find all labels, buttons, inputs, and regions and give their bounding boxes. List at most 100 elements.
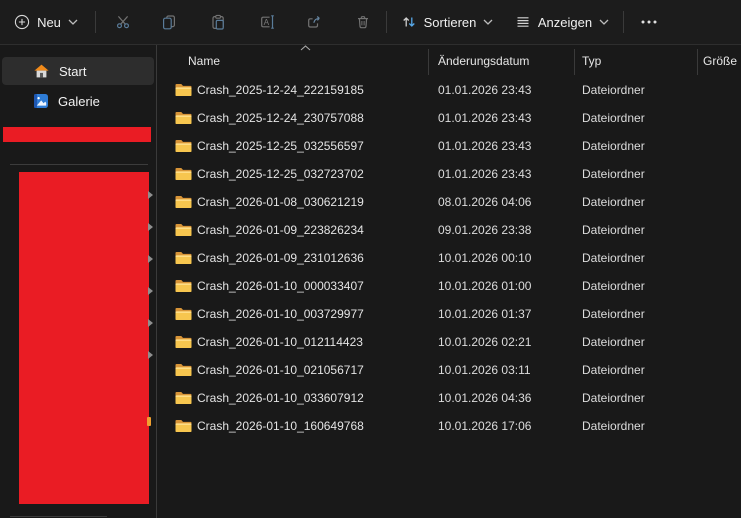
file-modified-date: 10.01.2026 03:11	[438, 363, 531, 377]
file-modified-date: 10.01.2026 04:36	[438, 391, 531, 405]
view-lines-icon	[515, 14, 531, 30]
file-row[interactable]: Crash_2026-01-09_223826234 09.01.2026 23…	[158, 216, 741, 244]
more-options-button[interactable]	[631, 6, 667, 38]
sidebar-divider	[10, 516, 107, 517]
file-type: Dateiordner	[582, 307, 645, 321]
copy-button[interactable]	[150, 6, 188, 38]
svg-text:A: A	[263, 18, 269, 27]
file-type: Dateiordner	[582, 419, 645, 433]
folder-icon	[175, 251, 192, 265]
sort-arrows-icon	[401, 14, 417, 30]
home-icon	[33, 63, 50, 79]
new-button-label: Neu	[37, 15, 61, 30]
file-row[interactable]: Crash_2025-12-24_230757088 01.01.2026 23…	[158, 104, 741, 132]
sidebar-item-label: Galerie	[58, 94, 100, 109]
rename-icon: A	[259, 14, 276, 30]
column-divider[interactable]	[574, 49, 575, 75]
file-row[interactable]: Crash_2026-01-10_003729977 10.01.2026 01…	[158, 300, 741, 328]
folder-icon	[175, 139, 192, 153]
chevron-right-icon[interactable]	[148, 351, 153, 359]
sort-button-label: Sortieren	[424, 15, 477, 30]
paste-icon	[210, 14, 226, 30]
file-name: Crash_2026-01-10_160649768	[197, 419, 364, 433]
column-divider[interactable]	[428, 49, 429, 75]
chevron-right-icon[interactable]	[148, 287, 153, 295]
delete-button[interactable]	[344, 6, 382, 38]
column-divider[interactable]	[697, 49, 698, 75]
file-row[interactable]: Crash_2025-12-24_222159185 01.01.2026 23…	[158, 76, 741, 104]
chevron-right-icon[interactable]	[148, 191, 153, 199]
redaction-overlay	[19, 172, 149, 504]
file-name: Crash_2026-01-10_000033407	[197, 279, 364, 293]
column-header-row: Name Änderungsdatum Typ Größe	[158, 48, 741, 74]
file-modified-date: 01.01.2026 23:43	[438, 167, 531, 181]
file-row[interactable]: Crash_2026-01-10_000033407 10.01.2026 01…	[158, 272, 741, 300]
file-row[interactable]: Crash_2025-12-25_032723702 01.01.2026 23…	[158, 160, 741, 188]
folder-icon	[175, 83, 192, 97]
file-row[interactable]: Crash_2025-12-25_032556597 01.01.2026 23…	[158, 132, 741, 160]
paste-button[interactable]	[199, 6, 237, 38]
command-bar: Neu A	[0, 0, 741, 45]
folder-icon	[175, 111, 192, 125]
file-name: Crash_2026-01-10_012114423	[197, 335, 363, 349]
new-button[interactable]: Neu	[8, 6, 84, 38]
chevron-right-icon[interactable]	[148, 255, 153, 263]
cut-button[interactable]	[104, 6, 142, 38]
file-name: Crash_2026-01-09_223826234	[197, 223, 364, 237]
column-header-name[interactable]: Name	[188, 54, 220, 68]
file-name: Crash_2025-12-24_222159185	[197, 83, 364, 97]
file-modified-date: 01.01.2026 23:43	[438, 83, 531, 97]
file-row[interactable]: Crash_2026-01-10_021056717 10.01.2026 03…	[158, 356, 741, 384]
chevron-right-icon[interactable]	[148, 319, 153, 327]
sidebar-divider	[10, 164, 148, 165]
file-row[interactable]: Crash_2026-01-10_160649768 10.01.2026 17…	[158, 412, 741, 440]
trash-icon	[355, 14, 371, 30]
sort-button[interactable]: Sortieren	[396, 6, 498, 38]
file-name: Crash_2025-12-24_230757088	[197, 111, 364, 125]
ellipsis-icon	[640, 20, 658, 24]
file-row[interactable]: Crash_2026-01-10_033607912 10.01.2026 04…	[158, 384, 741, 412]
file-name: Crash_2026-01-10_021056717	[197, 363, 364, 377]
file-name: Crash_2025-12-25_032723702	[197, 167, 364, 181]
file-type: Dateiordner	[582, 391, 645, 405]
sidebar-item-galerie[interactable]: Galerie	[2, 88, 154, 114]
toolbar-separator	[95, 11, 96, 33]
folder-icon	[175, 279, 192, 293]
chevron-down-icon	[599, 19, 609, 25]
file-list-pane: Name Änderungsdatum Typ Größe Crash_2025…	[158, 45, 741, 518]
folder-icon	[175, 363, 192, 377]
file-type: Dateiordner	[582, 111, 645, 125]
file-explorer-window: Neu A	[0, 0, 741, 518]
file-type: Dateiordner	[582, 83, 645, 97]
chevron-right-icon[interactable]	[148, 223, 153, 231]
column-header-modified[interactable]: Änderungsdatum	[438, 54, 529, 68]
share-icon	[306, 14, 322, 30]
column-header-type[interactable]: Typ	[582, 54, 601, 68]
file-type: Dateiordner	[582, 139, 645, 153]
navigation-pane: Start Galerie	[0, 45, 157, 518]
file-modified-date: 10.01.2026 02:21	[438, 335, 531, 349]
folder-icon	[175, 307, 192, 321]
file-modified-date: 10.01.2026 00:10	[438, 251, 531, 265]
file-name: Crash_2026-01-08_030621219	[197, 195, 364, 209]
file-row[interactable]: Crash_2026-01-09_231012636 10.01.2026 00…	[158, 244, 741, 272]
column-header-size[interactable]: Größe	[703, 54, 737, 68]
file-row[interactable]: Crash_2026-01-08_030621219 08.01.2026 04…	[158, 188, 741, 216]
sidebar-item-label: Start	[59, 64, 86, 79]
rename-button[interactable]: A	[248, 6, 286, 38]
folder-icon	[175, 419, 192, 433]
folder-icon	[175, 167, 192, 181]
folder-icon	[175, 195, 192, 209]
file-type: Dateiordner	[582, 167, 645, 181]
share-button[interactable]	[295, 6, 333, 38]
file-type: Dateiordner	[582, 195, 645, 209]
sidebar-item-start[interactable]: Start	[2, 57, 154, 85]
file-modified-date: 09.01.2026 23:38	[438, 223, 531, 237]
file-row[interactable]: Crash_2026-01-10_012114423 10.01.2026 02…	[158, 328, 741, 356]
file-modified-date: 01.01.2026 23:43	[438, 111, 531, 125]
toolbar-separator	[623, 11, 624, 33]
file-name: Crash_2026-01-10_003729977	[197, 307, 364, 321]
file-type: Dateiordner	[582, 363, 645, 377]
view-button[interactable]: Anzeigen	[510, 6, 614, 38]
file-type: Dateiordner	[582, 251, 645, 265]
